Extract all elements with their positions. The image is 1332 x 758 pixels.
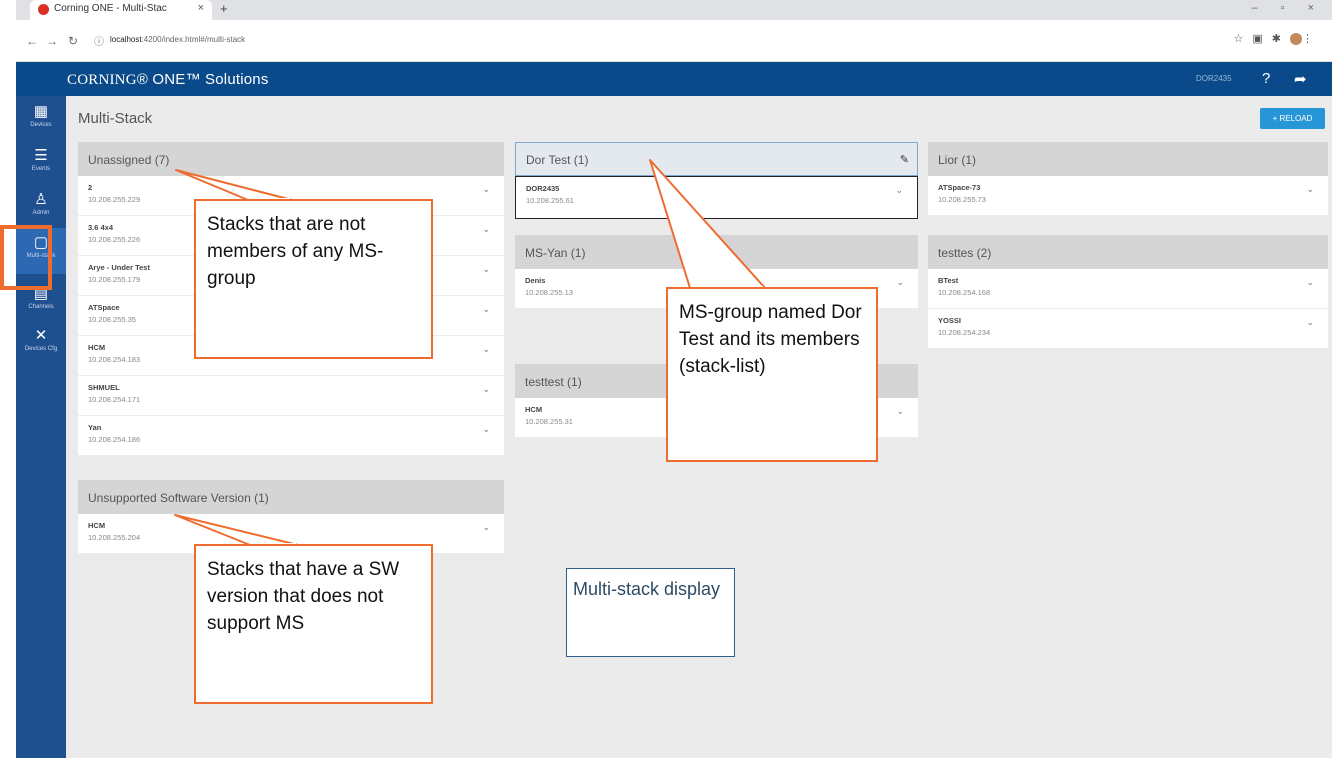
group-header[interactable]: Dor Test (1) ✎ xyxy=(515,142,918,176)
sidebar-item-events[interactable]: ☰ Events xyxy=(16,146,66,172)
stack-name: SHMUEL xyxy=(88,383,120,392)
stack-card[interactable]: Yan 10.208.254.186 ⌄ xyxy=(78,416,504,456)
sidebar-item-label: Channels xyxy=(28,304,54,310)
help-icon[interactable]: ? xyxy=(1262,70,1270,87)
reload-page-icon[interactable]: ↻ xyxy=(68,34,78,48)
sidebar-item-label: Devices Cfg xyxy=(24,346,58,352)
tab-title: Corning ONE - Multi-Stac xyxy=(54,3,167,14)
brand-one: ® ONE™ xyxy=(136,71,206,88)
events-icon: ☰ xyxy=(34,147,48,164)
profile-avatar[interactable] xyxy=(1290,33,1302,46)
bookmark-star-icon[interactable]: ☆ xyxy=(1234,33,1253,45)
stack-ip: 10.208.254.171 xyxy=(88,395,141,404)
multi-stack-highlight xyxy=(0,225,52,290)
brand-solutions: Solutions xyxy=(205,71,269,88)
stack-name: 2 xyxy=(88,183,93,192)
chevron-down-icon[interactable]: ⌄ xyxy=(482,522,490,533)
group-lior: Lior (1) ATSpace-73 10.208.255.73 ⌄ xyxy=(928,142,1328,216)
chevron-down-icon[interactable]: ⌄ xyxy=(482,344,490,355)
chevron-down-icon[interactable]: ⌄ xyxy=(1306,184,1314,195)
url-field[interactable]: localhost:4200/index.html#/multi-stack xyxy=(110,35,245,44)
stack-name: YOSSI xyxy=(938,316,961,325)
stack-card[interactable]: BTest 10.208.254.168 ⌄ xyxy=(928,269,1328,309)
chevron-down-icon[interactable]: ⌄ xyxy=(1306,317,1314,328)
admin-icon: ♙ xyxy=(34,191,48,208)
group-title: Dor Test (1) xyxy=(526,153,589,167)
chevron-down-icon[interactable]: ⌄ xyxy=(896,277,904,288)
chevron-down-icon[interactable]: ⌄ xyxy=(1306,277,1314,288)
chevron-down-icon[interactable]: ⌄ xyxy=(896,406,904,417)
group-unsupported: Unsupported Software Version (1) HCM 10.2… xyxy=(78,480,504,554)
puzzle-icon[interactable]: ✱ xyxy=(1272,33,1290,45)
new-tab-button[interactable]: + xyxy=(220,1,228,16)
devices-icon: ▦ xyxy=(33,103,49,120)
sidebar-item-label: Admin xyxy=(32,210,50,216)
address-bar-row: ← → ↻ ⓘ localhost:4200/index.html#/multi… xyxy=(16,20,1332,62)
callout-ms-group: MS-group named Dor Test and its members … xyxy=(666,287,878,462)
sidebar-item-devices-cfg[interactable]: ✕ Devices Cfg xyxy=(16,326,66,352)
callout-display: Multi-stack display xyxy=(566,568,735,657)
chevron-down-icon[interactable]: ⌄ xyxy=(482,384,490,395)
stack-ip: 10.208.255.73 xyxy=(938,195,986,204)
group-header[interactable]: MS-Yan (1) xyxy=(515,235,918,269)
group-header[interactable]: Unassigned (7) xyxy=(78,142,504,176)
group-dor-test: Dor Test (1) ✎ DOR2435 10.208.255.61 ⌄ xyxy=(515,142,918,219)
page-title: Multi-Stack xyxy=(78,110,153,127)
group-header[interactable]: testtes (2) xyxy=(928,235,1328,269)
stack-ip: 10.208.255.204 xyxy=(88,533,141,542)
chevron-down-icon[interactable]: ⌄ xyxy=(482,184,490,195)
logout-icon[interactable]: ➦ xyxy=(1294,70,1307,88)
brand-corning: CORNING xyxy=(67,72,137,88)
stack-card[interactable]: YOSSI 10.208.254.234 ⌄ xyxy=(928,309,1328,349)
back-icon[interactable]: ← xyxy=(26,34,38,48)
chevron-down-icon[interactable]: ⌄ xyxy=(482,304,490,315)
current-user: DOR2435 xyxy=(1196,74,1232,83)
extension-icon[interactable]: ▣ xyxy=(1252,33,1271,45)
tools-icon: ✕ xyxy=(34,327,48,344)
sidebar-item-label: Devices xyxy=(30,122,52,128)
stack-name: ATSpace-73 xyxy=(938,183,981,192)
group-header[interactable]: Unsupported Software Version (1) xyxy=(78,480,504,514)
stack-card[interactable]: ATSpace-73 10.208.255.73 ⌄ xyxy=(928,176,1328,216)
stack-ip: 10.208.254.234 xyxy=(938,328,991,337)
forward-icon[interactable]: → xyxy=(46,34,58,48)
stack-ip: 10.208.254.168 xyxy=(938,288,991,297)
chevron-down-icon[interactable]: ⌄ xyxy=(895,185,903,196)
chevron-down-icon[interactable]: ⌄ xyxy=(482,424,490,435)
url-path: :4200/index.html#/multi-stack xyxy=(141,35,246,44)
reload-button[interactable]: + RELOAD xyxy=(1260,108,1325,129)
chevron-down-icon[interactable]: ⌄ xyxy=(482,264,490,275)
more-menu-icon[interactable]: ⋮ xyxy=(1302,33,1322,45)
app-header: CORNING® ONE™ Solutions DOR2435 ? ➦ xyxy=(16,62,1332,96)
app-favicon-icon xyxy=(38,4,49,15)
group-testtes: testtes (2) BTest 10.208.254.168 ⌄ YOSSI 10… xyxy=(928,235,1328,349)
stack-name: Yan xyxy=(88,423,102,432)
site-info-icon[interactable]: ⓘ xyxy=(94,33,104,48)
group-header[interactable]: Lior (1) xyxy=(928,142,1328,176)
browser-tab[interactable]: Corning ONE - Multi-Stac × xyxy=(30,0,212,20)
browser-tab-bar: Corning ONE - Multi-Stac × + – ▫ × xyxy=(16,0,1332,20)
chevron-down-icon[interactable]: ⌄ xyxy=(482,224,490,235)
callout-unassigned: Stacks that are not members of any MS-gr… xyxy=(194,199,433,359)
stack-name: Denis xyxy=(525,276,546,285)
browser-toolbar: ☆▣✱ ⋮ xyxy=(1234,32,1323,46)
stack-name: DOR2435 xyxy=(526,184,560,193)
stack-name: BTest xyxy=(938,276,959,285)
url-host: localhost xyxy=(110,35,142,44)
stack-card[interactable]: SHMUEL 10.208.254.171 ⌄ xyxy=(78,376,504,416)
sidebar-item-label: Events xyxy=(31,166,51,172)
stack-card[interactable]: DOR2435 10.208.255.61 ⌄ xyxy=(515,176,918,219)
brand-logo: CORNING® ONE™ Solutions xyxy=(67,71,269,89)
edit-pencil-icon[interactable]: ✎ xyxy=(900,153,909,166)
close-tab-icon[interactable]: × xyxy=(198,2,204,14)
callout-unsupported: Stacks that have a SW version that does … xyxy=(194,544,433,704)
stack-name: HCM xyxy=(88,521,106,530)
sidebar-item-devices[interactable]: ▦ Devices xyxy=(16,102,66,128)
sidebar: ▦ Devices ☰ Events ♙ Admin ▢ Multi-stack… xyxy=(16,96,66,758)
stack-ip: 10.208.254.186 xyxy=(88,435,141,444)
window-controls[interactable]: – ▫ × xyxy=(1251,2,1324,14)
stack-ip: 10.208.255.61 xyxy=(526,196,574,205)
sidebar-item-admin[interactable]: ♙ Admin xyxy=(16,190,66,216)
